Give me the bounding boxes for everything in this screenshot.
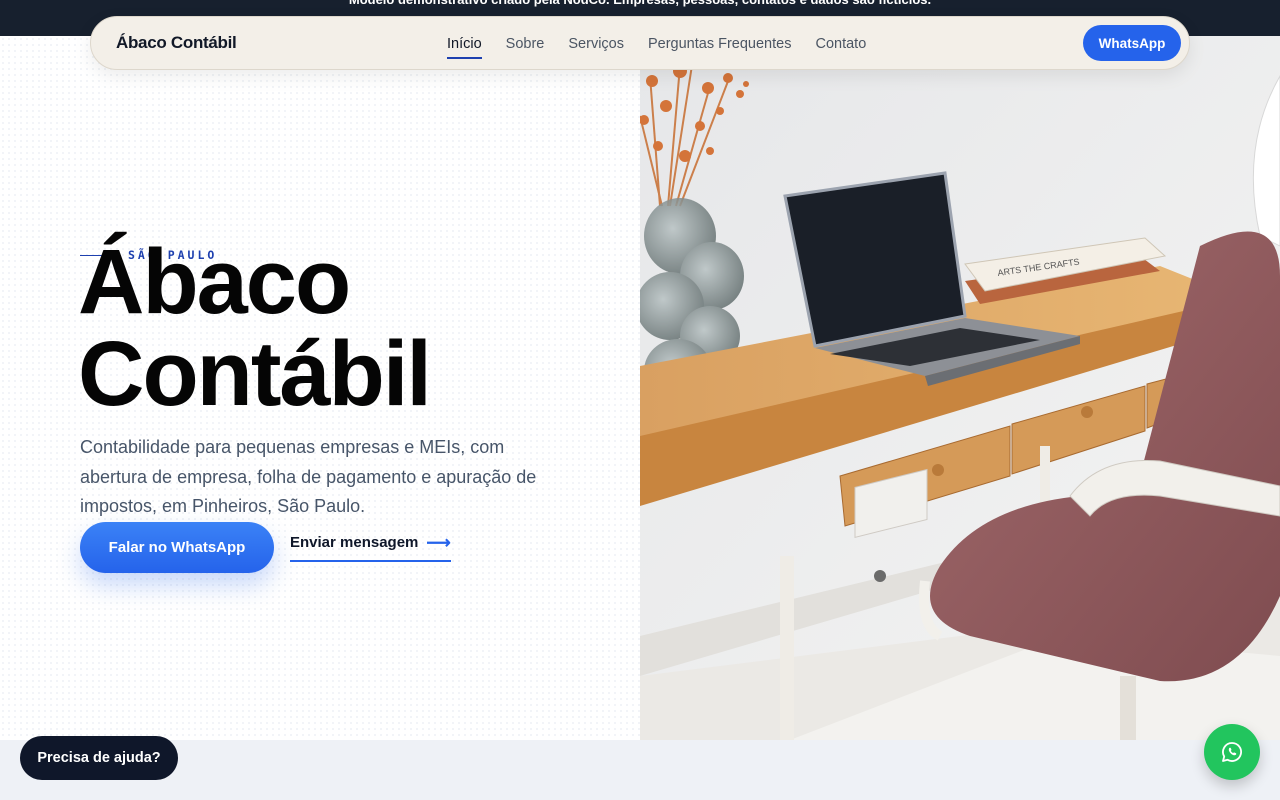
hero-title: Ábaco Contábil [78, 231, 432, 425]
hero-image: ARTS THE CRAFTS [640, 36, 1280, 740]
send-message-label: Enviar mensagem [290, 534, 419, 551]
nav-link-contato[interactable]: Contato [815, 32, 866, 56]
whatsapp-icon [1222, 742, 1242, 762]
brand-logo[interactable]: Ábaco Contábil [116, 33, 237, 53]
banner-text: Modelo demonstrativo criado pela NodCo. … [349, 0, 931, 16]
hero-title-line-1: Ábaco [78, 231, 351, 333]
hero-title-line-2: Contábil [78, 323, 432, 425]
nav-whatsapp-button[interactable]: WhatsApp [1083, 25, 1181, 61]
help-chat-button[interactable]: Precisa de ajuda? [20, 736, 178, 780]
nav-link-sobre[interactable]: Sobre [506, 32, 545, 56]
arrow-right-icon: ⟶ [426, 533, 451, 552]
whatsapp-float-button[interactable] [1204, 724, 1260, 780]
nav-links: Início Sobre Serviços Perguntas Frequent… [447, 17, 866, 71]
whatsapp-cta-button[interactable]: Falar no WhatsApp [80, 522, 274, 573]
navbar: Ábaco Contábil Início Sobre Serviços Per… [90, 16, 1190, 70]
nav-link-inicio[interactable]: Início [447, 32, 482, 59]
hero-description: Contabilidade para pequenas empresas e M… [80, 437, 537, 516]
nav-link-faq[interactable]: Perguntas Frequentes [648, 32, 791, 56]
next-section-strip [0, 740, 1280, 800]
nav-link-servicos[interactable]: Serviços [568, 32, 624, 56]
send-message-link[interactable]: Enviar mensagem ⟶ [290, 534, 451, 562]
